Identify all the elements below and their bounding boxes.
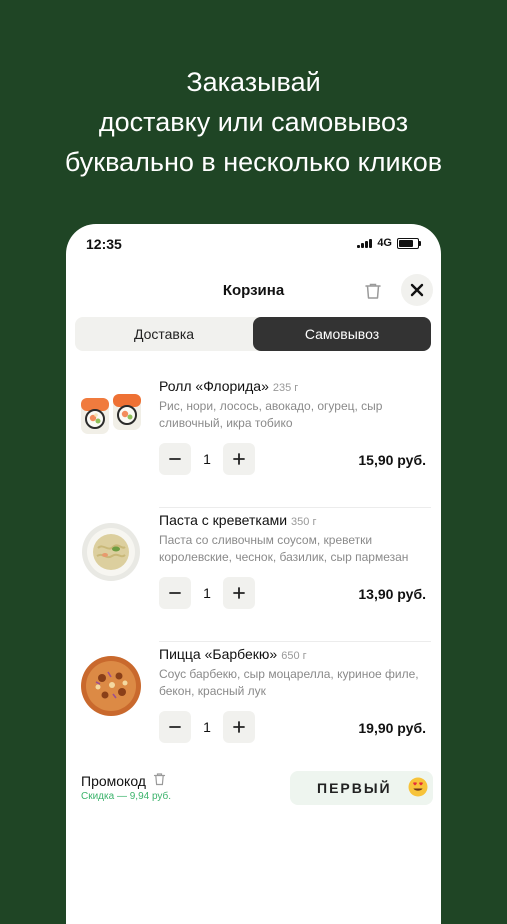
quantity-value: 1 [203, 719, 211, 735]
phone-screen: 12:35 4G Корзина Доставка Самовывоз Ролл… [66, 224, 441, 924]
decrease-button[interactable] [159, 443, 191, 475]
signal-icon [357, 238, 373, 248]
headline-line-1: Заказывай [186, 67, 321, 97]
item-price: 19,90 руб. [358, 720, 426, 736]
quantity-value: 1 [203, 585, 211, 601]
tab-pickup[interactable]: Самовывоз [253, 317, 431, 351]
item-weight: 650 г [281, 650, 307, 662]
item-weight: 235 г [272, 382, 299, 394]
decrease-button[interactable] [159, 577, 191, 609]
promo-label-row: Промокод [81, 772, 166, 789]
status-bar: 12:35 4G [66, 224, 441, 264]
network-label: 4G [377, 237, 392, 249]
item-description: Соус барбекю, сыр моцарелла, куриное фил… [159, 667, 419, 698]
plus-icon [233, 587, 245, 599]
clear-cart-trash-icon[interactable] [362, 280, 384, 302]
plus-icon [233, 453, 245, 465]
promo-code-field[interactable]: ПЕРВЫЙ [290, 771, 433, 805]
item-title: Паста с креветками [159, 512, 288, 528]
item-title: Ролл «Флорида» [159, 378, 269, 394]
increase-button[interactable] [223, 443, 255, 475]
page-title: Корзина [222, 282, 285, 299]
heart-eyes-emoji-icon [408, 777, 428, 797]
item-price: 13,90 руб. [358, 586, 426, 602]
increase-button[interactable] [223, 711, 255, 743]
increase-button[interactable] [223, 577, 255, 609]
quantity-stepper: 1 [159, 711, 255, 743]
cart-item: Паста с креветками 350 г Паста со сливочн… [66, 508, 441, 642]
promo-code-value: ПЕРВЫЙ [317, 780, 392, 796]
cart-item: Ролл «Флорида» 235 г Рис, нори, лосось, а… [66, 374, 441, 508]
minus-icon [169, 458, 181, 460]
headline-line-3: буквально в несколько кликов [64, 147, 443, 177]
item-description: Рис, нори, лосось, авокадо, огурец, сыр … [159, 399, 383, 430]
item-name: Паста с креветками 350 г [159, 512, 316, 528]
item-description: Паста со сливочным соусом, креветки коро… [159, 533, 409, 564]
item-name: Пицца «Барбекю» 650 г [159, 646, 307, 662]
pasta-image [78, 518, 144, 584]
promo-discount: Скидка — 9,94 руб. [81, 791, 172, 802]
item-price: 15,90 руб. [358, 452, 426, 468]
quantity-stepper: 1 [159, 577, 255, 609]
pizza-image [78, 652, 144, 718]
delivery-mode-tabs: Доставка Самовывоз [75, 317, 431, 351]
headline: Заказывай доставку или самовывоз букваль… [0, 62, 507, 182]
item-weight: 350 г [291, 516, 317, 528]
item-title: Пицца «Барбекю» [159, 646, 278, 662]
quantity-value: 1 [203, 451, 211, 467]
plus-icon [233, 721, 245, 733]
minus-icon [169, 592, 181, 594]
close-button[interactable] [401, 274, 433, 306]
status-time: 12:35 [86, 236, 122, 252]
tab-delivery[interactable]: Доставка [75, 317, 253, 351]
headline-line-2: доставку или самовывоз [98, 107, 409, 137]
roll-image [78, 384, 144, 450]
item-name: Ролл «Флорида» 235 г [159, 378, 298, 394]
cart-item: Пицца «Барбекю» 650 г Соус барбекю, сыр м… [66, 642, 441, 776]
status-icons: 4G [357, 237, 421, 249]
minus-icon [169, 726, 181, 728]
remove-promo-trash-icon[interactable] [153, 772, 166, 789]
close-icon [410, 283, 424, 297]
quantity-stepper: 1 [159, 443, 255, 475]
battery-icon [397, 237, 421, 249]
decrease-button[interactable] [159, 711, 191, 743]
promo-label: Промокод [81, 772, 146, 789]
